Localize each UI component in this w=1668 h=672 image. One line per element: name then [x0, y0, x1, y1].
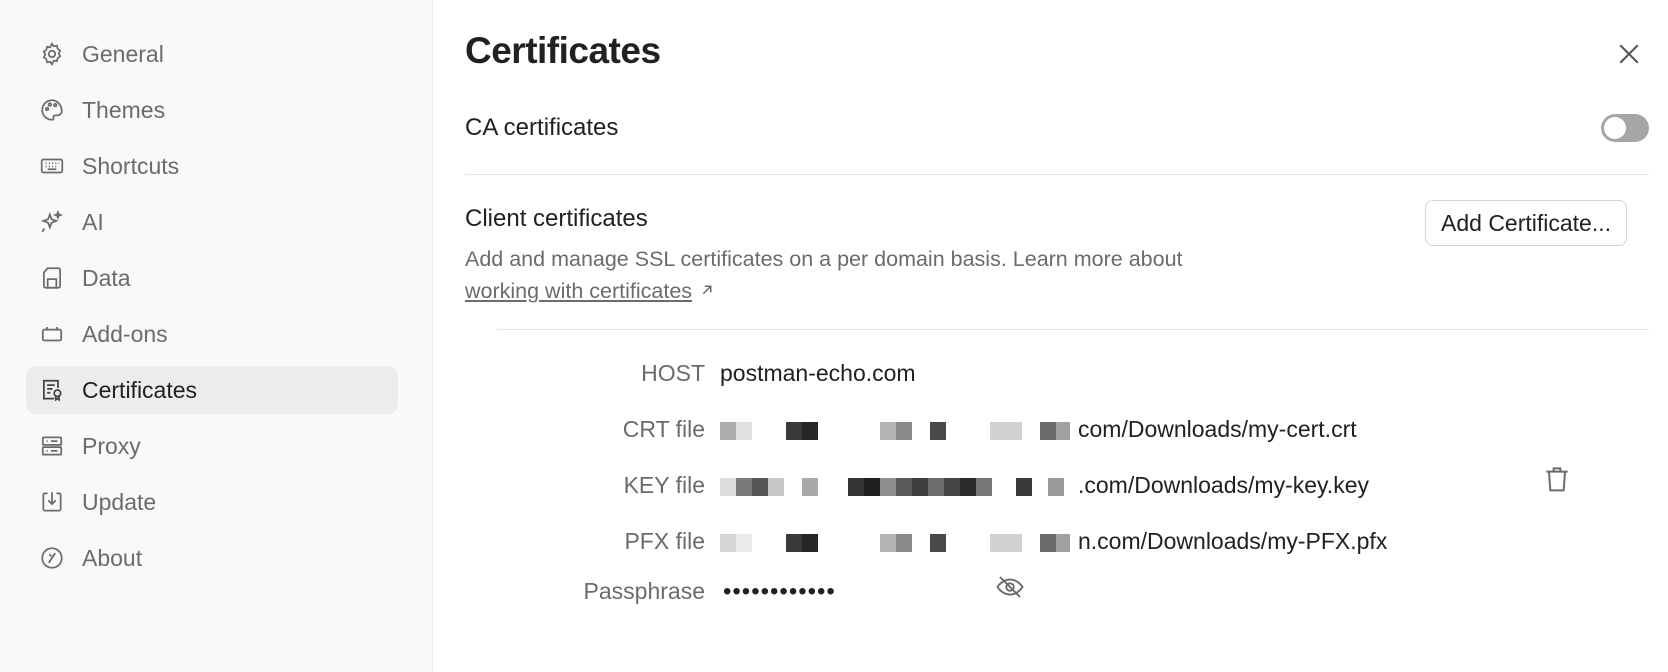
client-certificates-label: Client certificates [465, 205, 648, 232]
sidebar-item-add-ons[interactable]: Add-ons [26, 310, 398, 358]
redacted-path [720, 533, 1070, 552]
host-value: postman-echo.com [720, 360, 916, 386]
sidebar-item-label: Shortcuts [82, 152, 180, 179]
pfx-file-label: PFX file [624, 528, 705, 554]
sidebar-item-ai[interactable]: AI [26, 198, 398, 246]
close-button[interactable] [1611, 36, 1647, 72]
divider [465, 174, 1649, 175]
redacted-path [720, 477, 1070, 496]
pfx-file-path: n.com/Downloads/my-PFX.pfx [1078, 528, 1388, 554]
certificate-icon [38, 376, 66, 404]
sidebar-item-label: About [82, 544, 143, 571]
crt-file-row: com/Downloads/my-cert.crt [720, 416, 1357, 443]
redacted-path [720, 421, 1070, 440]
passphrase-field[interactable]: •••••••••••• [723, 578, 836, 606]
sidebar-item-certificates[interactable]: Certificates [26, 366, 398, 414]
sidebar-item-shortcuts[interactable]: Shortcuts [26, 142, 398, 190]
sidebar-item-label: Add-ons [82, 320, 168, 347]
passphrase-label: Passphrase [583, 578, 705, 604]
settings-main: Certificates CA certificates Client cert… [465, 0, 1650, 672]
sidebar-item-label: Certificates [82, 376, 198, 403]
key-file-label: KEY file [623, 472, 705, 498]
host-label: HOST [641, 360, 705, 386]
sidebar-item-label: Data [82, 264, 131, 291]
sidebar-item-about[interactable]: About [26, 534, 398, 582]
sidebar-item-data[interactable]: Data [26, 254, 398, 302]
sidebar-item-label: Update [82, 488, 157, 515]
add-certificate-button[interactable]: Add Certificate... [1425, 200, 1628, 246]
keyboard-icon [38, 152, 66, 180]
plugin-icon [38, 320, 66, 348]
pfx-file-row: n.com/Downloads/my-PFX.pfx [720, 528, 1387, 555]
sidebar-item-label: Proxy [82, 432, 141, 459]
gear-icon [38, 40, 66, 68]
sidebar-item-themes[interactable]: Themes [26, 86, 398, 134]
ca-certificates-label: CA certificates [465, 114, 619, 141]
trash-icon[interactable] [1541, 462, 1573, 496]
server-icon [38, 432, 66, 460]
sidebar-item-label: General [82, 40, 164, 67]
divider [497, 329, 1649, 330]
sparkle-icon [38, 208, 66, 236]
description-text: Add and manage SSL certificates on a per… [465, 247, 1183, 271]
external-link-icon [702, 285, 712, 295]
close-icon [1619, 44, 1639, 64]
download-icon [38, 488, 66, 516]
sidebar-item-update[interactable]: Update [26, 478, 398, 526]
sidebar-item-label: AI [82, 208, 104, 235]
client-certificates-description: Add and manage SSL certificates on a per… [465, 243, 1183, 307]
eye-slash-icon[interactable] [993, 572, 1027, 602]
key-file-path: .com/Downloads/my-key.key [1078, 472, 1369, 498]
crt-file-path: com/Downloads/my-cert.crt [1078, 416, 1357, 442]
learn-more-link[interactable]: working with certificates [465, 279, 692, 303]
sidebar-item-general[interactable]: General [26, 30, 398, 78]
sd-card-icon [38, 264, 66, 292]
sidebar-item-label: Themes [82, 96, 166, 123]
settings-sidebar: General Themes Shortcuts AI Data Add-ons [0, 0, 433, 672]
key-file-row: .com/Downloads/my-key.key [720, 472, 1369, 499]
info-badge-icon [38, 544, 66, 572]
palette-icon [38, 96, 66, 124]
crt-file-label: CRT file [622, 416, 705, 442]
ca-certificates-toggle[interactable] [1601, 114, 1649, 142]
toggle-knob [1604, 117, 1626, 139]
page-title: Certificates [465, 30, 661, 71]
sidebar-item-proxy[interactable]: Proxy [26, 422, 398, 470]
